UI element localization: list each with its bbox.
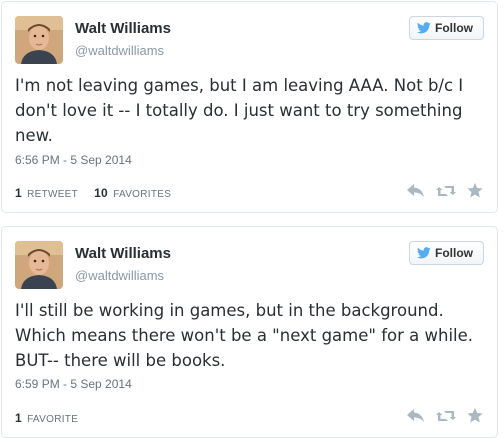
avatar[interactable]: [15, 241, 63, 289]
tweet-stats: 1 RETWEET 10 FAVORITES: [15, 186, 171, 200]
retweet-count-label[interactable]: RETWEET: [27, 189, 78, 200]
display-name[interactable]: Walt Williams: [75, 20, 171, 37]
display-name[interactable]: Walt Williams: [75, 245, 171, 262]
tweet-card: Walt Williams @waltdwilliams Follow I'll…: [1, 226, 498, 438]
follow-button[interactable]: Follow: [409, 16, 484, 40]
follow-label: Follow: [435, 21, 473, 35]
retweet-icon[interactable]: [436, 409, 456, 423]
avatar[interactable]: [15, 16, 63, 64]
star-icon[interactable]: [467, 183, 483, 198]
tweet-actions: [407, 183, 483, 198]
follow-label: Follow: [435, 246, 473, 260]
avatar-image: [15, 241, 63, 289]
tweet-stats: 1 FAVORITE: [15, 411, 78, 425]
star-icon[interactable]: [467, 408, 483, 423]
retweet-count[interactable]: 1: [15, 186, 22, 200]
tweet-text: I'm not leaving games, but I am leaving …: [15, 76, 464, 145]
tweet-actions: [407, 408, 483, 423]
favorite-count[interactable]: 10: [94, 186, 108, 200]
timestamp[interactable]: 6:59 PM - 5 Sep 2014: [15, 377, 132, 391]
favorite-count-label[interactable]: FAVORITE: [27, 414, 78, 425]
retweet-icon[interactable]: [436, 184, 456, 198]
tweet-text: I'll still be working in games, but in t…: [15, 301, 474, 370]
reply-icon[interactable]: [407, 408, 425, 423]
screen-name[interactable]: @waltdwilliams: [75, 43, 164, 58]
avatar-image: [15, 16, 63, 64]
twitter-bird-icon: [417, 22, 431, 34]
timestamp[interactable]: 6:56 PM - 5 Sep 2014: [15, 153, 132, 167]
follow-button[interactable]: Follow: [409, 241, 484, 265]
favorite-count-label[interactable]: FAVORITES: [113, 189, 171, 200]
screen-name[interactable]: @waltdwilliams: [75, 268, 164, 283]
tweet-card: Walt Williams @waltdwilliams Follow I'm …: [1, 1, 498, 213]
reply-icon[interactable]: [407, 183, 425, 198]
favorite-count[interactable]: 1: [15, 411, 22, 425]
twitter-bird-icon: [417, 247, 431, 259]
